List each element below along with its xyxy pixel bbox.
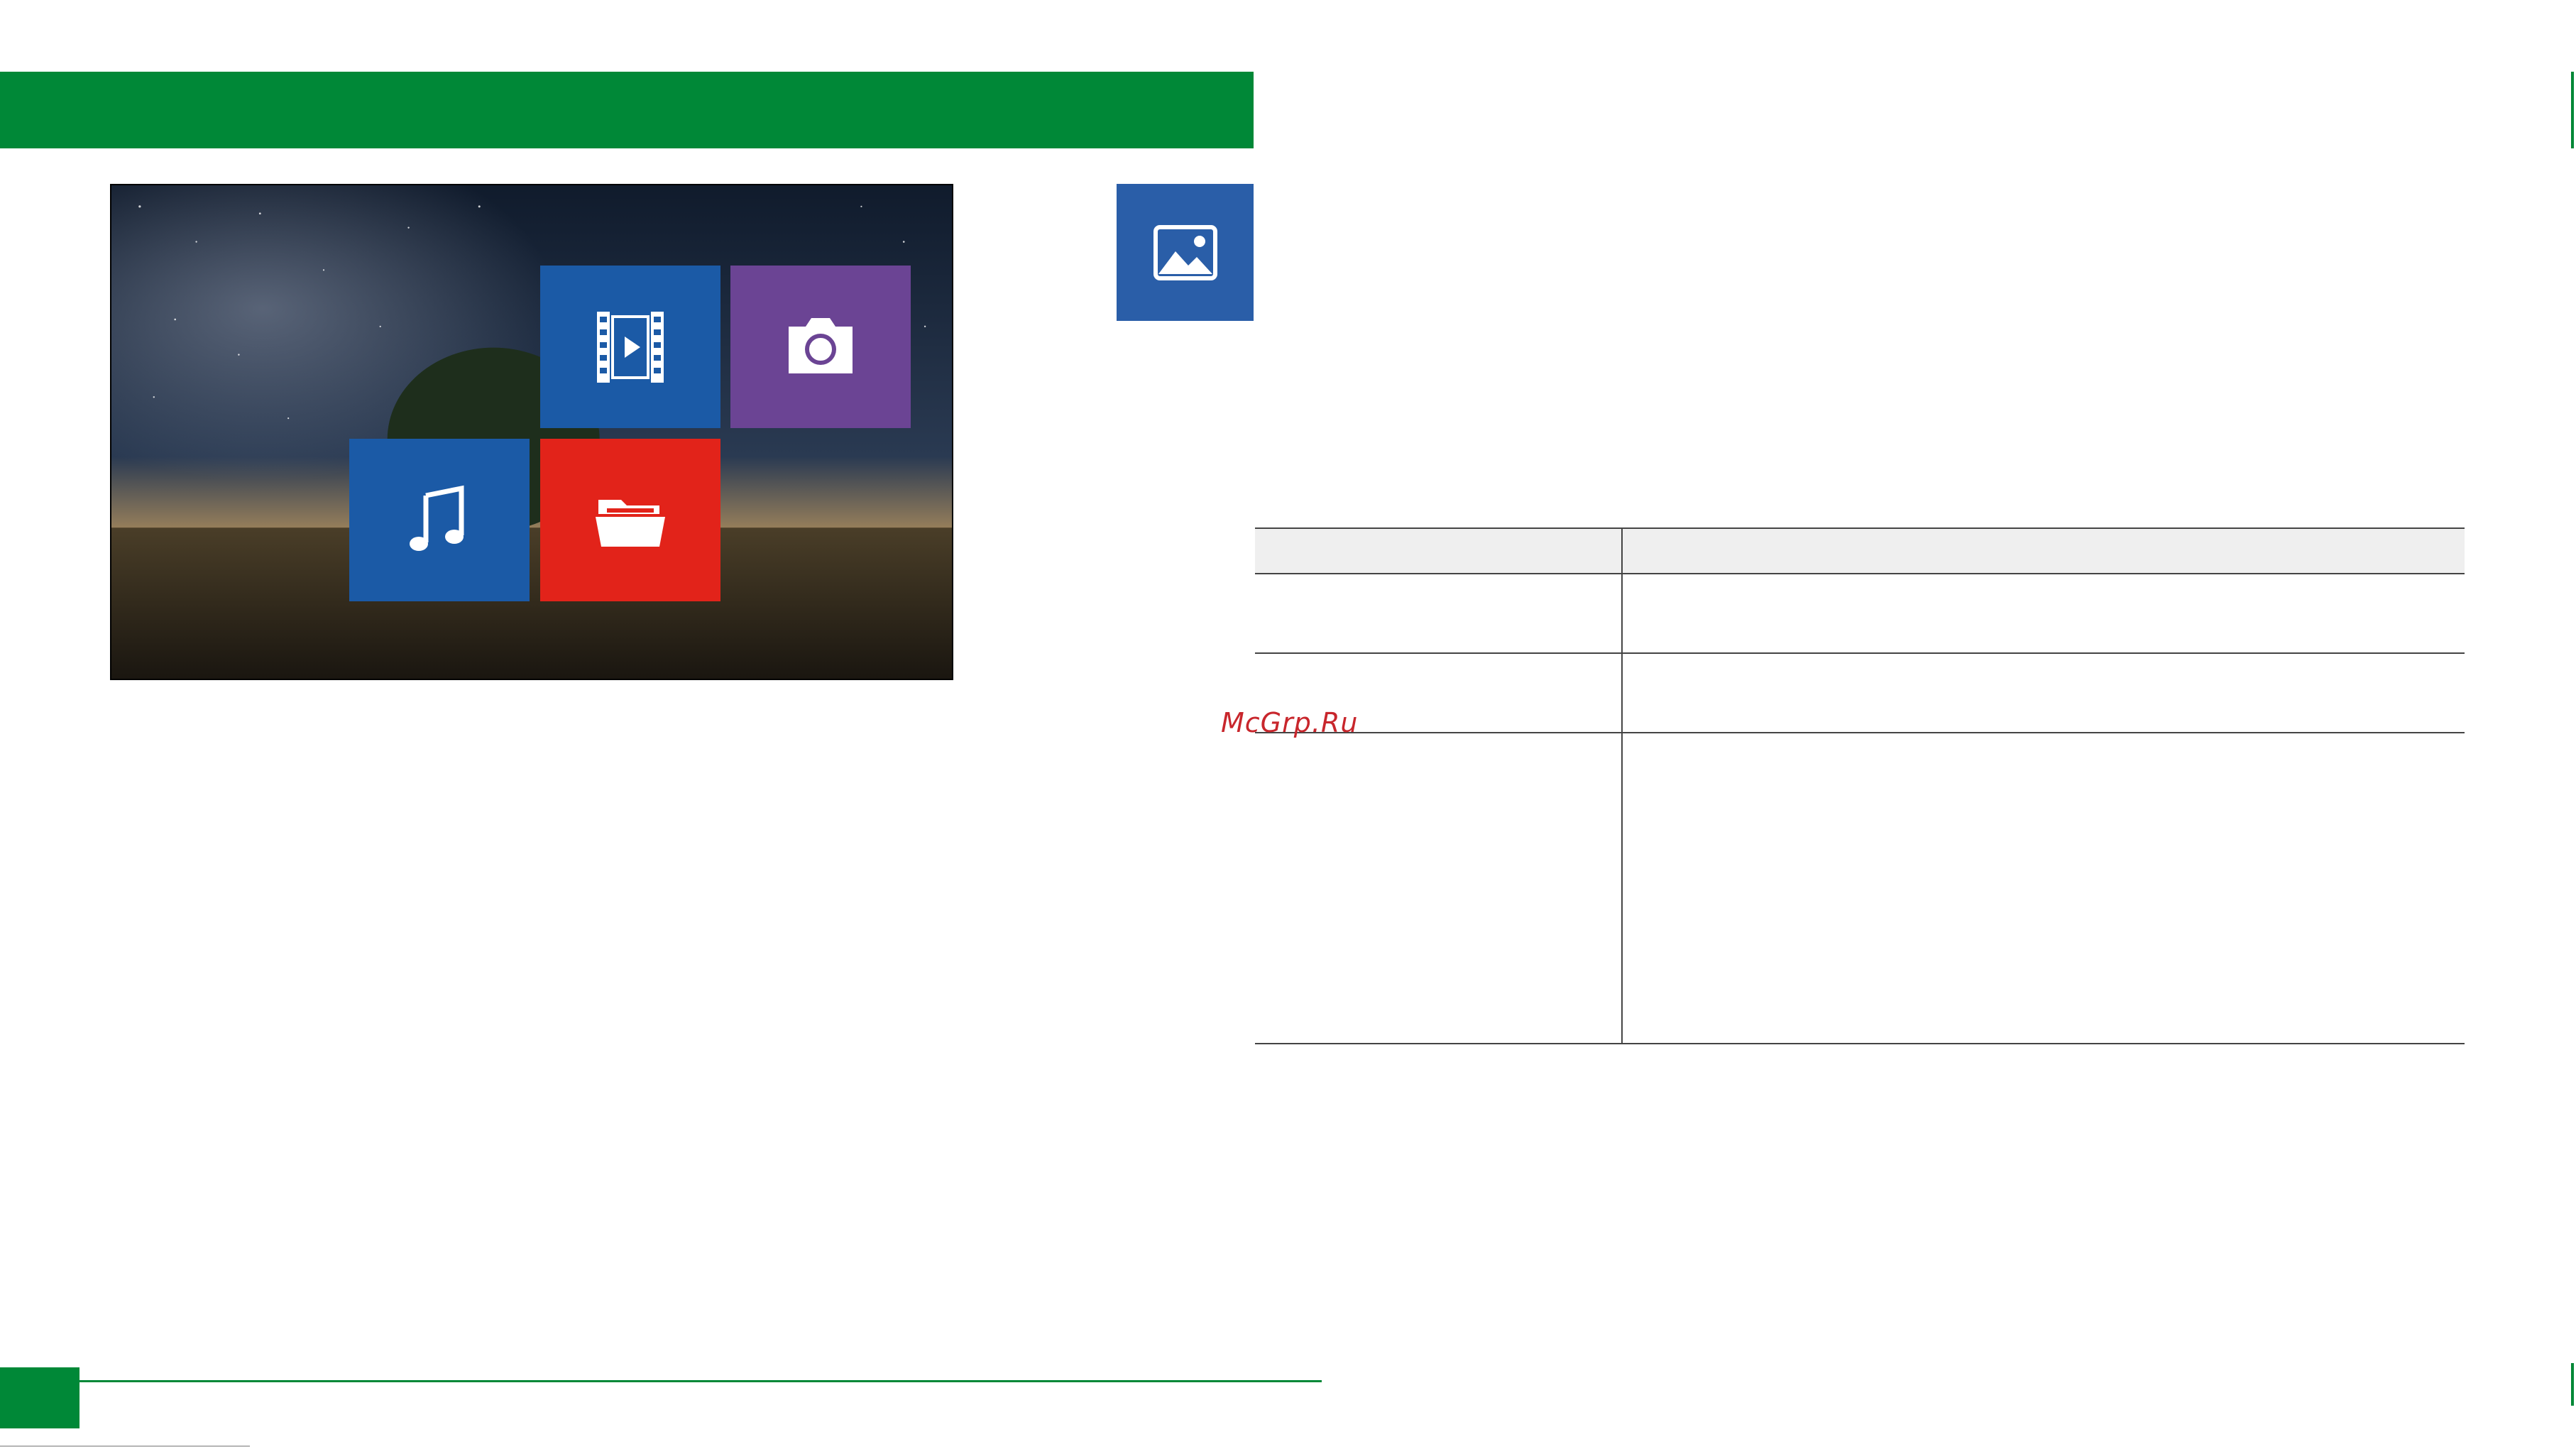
camera-icon bbox=[789, 317, 853, 373]
files-tile[interactable] bbox=[540, 439, 720, 601]
photo-tile[interactable] bbox=[730, 266, 911, 428]
table-row bbox=[1255, 653, 2465, 733]
edge-mark-top bbox=[2571, 72, 2574, 148]
section-image-icon-box bbox=[1117, 184, 1254, 321]
header-bar bbox=[0, 72, 1254, 148]
footer-rule bbox=[80, 1380, 1322, 1382]
info-table bbox=[1255, 527, 2465, 1044]
music-note-icon bbox=[410, 485, 464, 551]
table-cell bbox=[1255, 733, 1623, 1044]
image-icon bbox=[1153, 224, 1217, 280]
table-header-cell bbox=[1255, 527, 1623, 574]
film-play-icon bbox=[597, 311, 664, 383]
media-menu-screenshot bbox=[110, 184, 953, 680]
footer-gray-line bbox=[0, 1445, 250, 1447]
table-cell bbox=[1622, 733, 2465, 1044]
page-number-block bbox=[0, 1367, 80, 1428]
table-header-cell bbox=[1622, 527, 2465, 574]
night-sky-background bbox=[111, 185, 952, 679]
edge-mark-bottom bbox=[2571, 1363, 2574, 1406]
music-tile[interactable] bbox=[349, 439, 530, 601]
table-row bbox=[1255, 574, 2465, 654]
table-cell bbox=[1622, 653, 2465, 733]
video-tile[interactable] bbox=[540, 266, 720, 428]
table-cell bbox=[1622, 574, 2465, 654]
table-cell bbox=[1255, 574, 1623, 654]
folder-open-icon bbox=[596, 499, 665, 547]
table-row bbox=[1255, 733, 2465, 1044]
table-header-row bbox=[1255, 527, 2465, 574]
watermark: McGrp.Ru bbox=[1221, 707, 1359, 738]
